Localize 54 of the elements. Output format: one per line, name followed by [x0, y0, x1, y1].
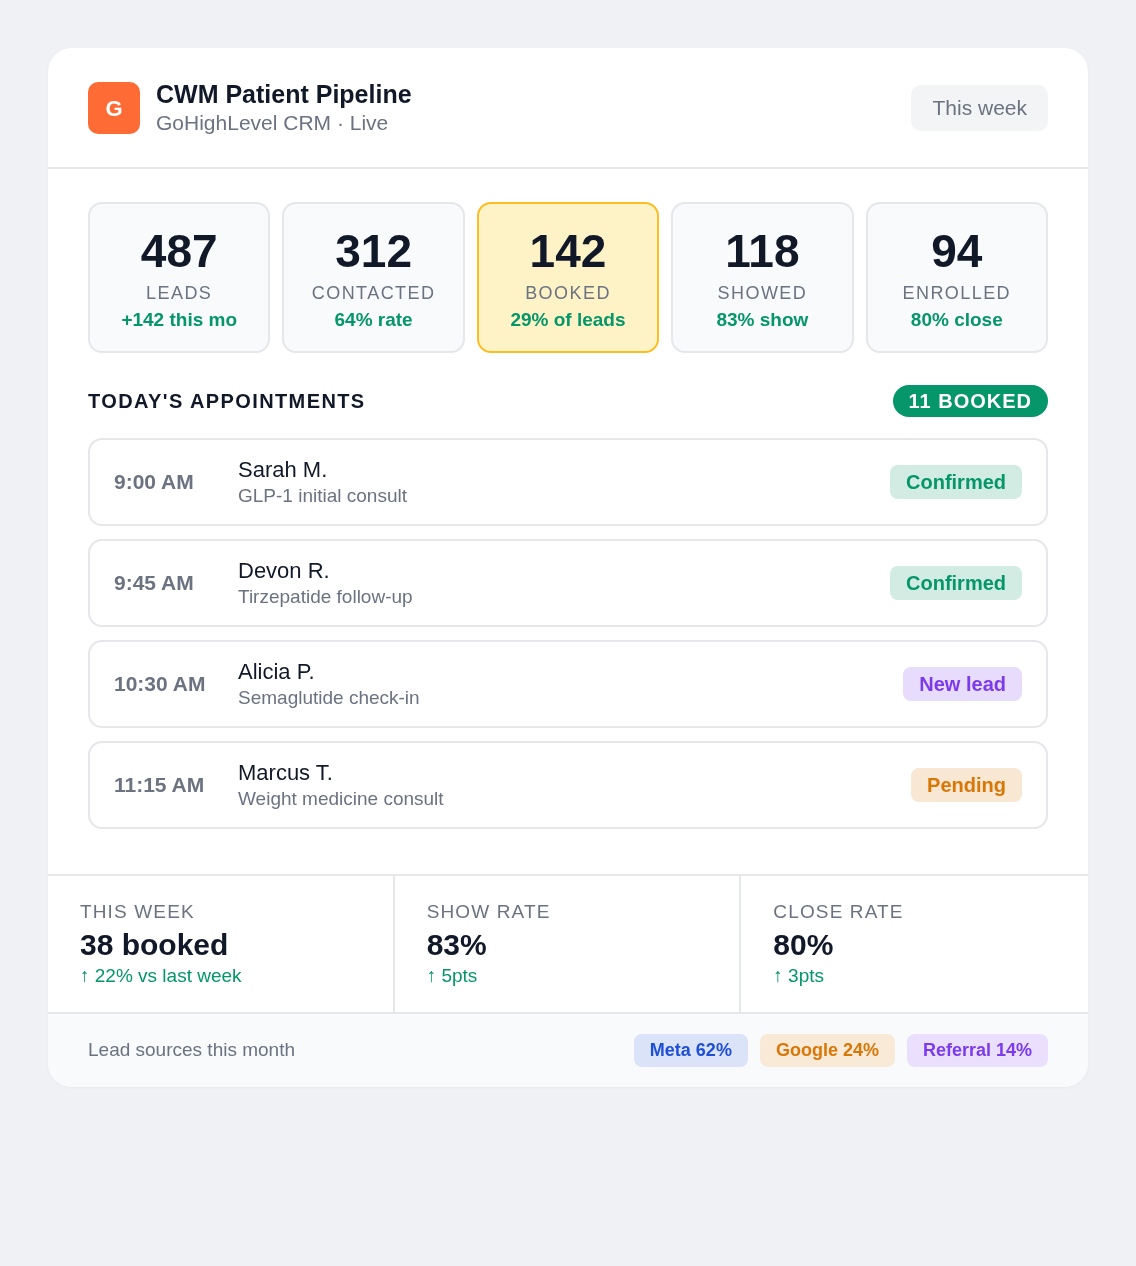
status-tag: Confirmed [890, 566, 1022, 600]
source-tag: Meta 62% [633, 1034, 748, 1067]
service-name: Weight medicine consult [238, 787, 445, 811]
stat-label: CONTACTED [311, 282, 436, 305]
lead-sources-label: Lead sources this month [88, 1038, 295, 1063]
service-name: GLP-1 initial consult [238, 484, 408, 508]
stat-label: LEADS [146, 282, 213, 305]
status-tag: New lead [903, 667, 1022, 701]
service-name: Tirzepatide follow-up [238, 585, 414, 609]
appointment-row[interactable]: 11:15 AM Marcus T. Weight medicine consult Pending [88, 741, 1048, 829]
appointment-time: 11:15 AM [114, 772, 206, 799]
logo-icon: G [88, 82, 140, 134]
appointment-row[interactable]: 10:30 AM Alicia P. Semaglutide check-in New lead [88, 640, 1048, 728]
stat-note: 29% of leads [510, 308, 626, 332]
summary-value: 80% [773, 927, 835, 963]
period-button[interactable]: This week [911, 85, 1048, 131]
dashboard-title: CWM Patient Pipeline [156, 79, 412, 109]
summary-delta: ↑ 22% vs last week [80, 964, 243, 988]
stat-label: SHOWED [717, 282, 808, 305]
summary-delta: ↑ 3pts [773, 964, 826, 988]
section-heading: TODAY'S APPOINTMENTS [88, 389, 366, 414]
stat-label: BOOKED [525, 282, 611, 305]
summary-delta: ↑ 5pts [426, 964, 479, 988]
stat-label: ENROLLED [902, 282, 1012, 305]
stat-value: 487 [140, 225, 218, 277]
dashboard-subtitle: GoHighLevel CRM · Live [156, 110, 390, 136]
booked-count-badge: 11 BOOKED [892, 385, 1048, 417]
stat-value: 118 [725, 225, 800, 277]
summary-label: THIS WEEK [80, 900, 196, 924]
status-tag: Confirmed [890, 465, 1022, 499]
stat-note: 83% show [716, 308, 809, 332]
appointment-row[interactable]: 9:00 AM Sarah M. GLP-1 initial consult Confirmed [88, 438, 1048, 526]
stat-note: +142 this mo [121, 308, 237, 332]
appointment-time: 9:45 AM [114, 570, 195, 597]
summary-value: 83% [426, 927, 488, 963]
source-tag: Referral 14% [906, 1034, 1048, 1067]
patient-name: Alicia P. [238, 658, 316, 686]
summary-label: SHOW RATE [426, 900, 552, 924]
source-tag: Google 24% [759, 1034, 895, 1067]
stat-value: 142 [529, 225, 607, 277]
summary-label: CLOSE RATE [773, 900, 905, 924]
patient-name: Sarah M. [238, 456, 329, 484]
stat-note: 64% rate [334, 308, 413, 332]
appointment-row[interactable]: 9:45 AM Devon R. Tirzepatide follow-up Confirmed [88, 539, 1048, 627]
appointment-time: 9:00 AM [114, 469, 195, 496]
stat-note: 80% close [910, 308, 1003, 332]
service-name: Semaglutide check-in [238, 686, 421, 710]
stat-value: 312 [335, 225, 412, 277]
stat-value: 94 [931, 225, 983, 277]
appointment-time: 10:30 AM [114, 671, 207, 698]
summary-value: 38 booked [80, 927, 230, 963]
status-tag: Pending [911, 768, 1022, 802]
patient-name: Marcus T. [238, 759, 334, 787]
patient-name: Devon R. [238, 557, 331, 585]
